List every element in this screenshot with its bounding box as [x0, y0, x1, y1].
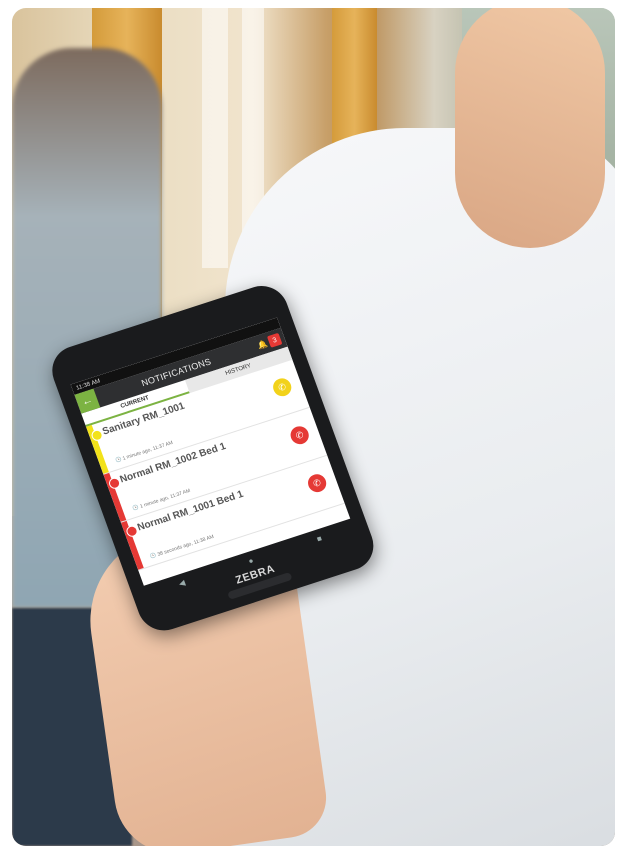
notification-time: 🕒 38 seconds ago, 11:38 AM — [149, 533, 215, 561]
nav-back-icon[interactable]: ◀ — [177, 578, 186, 588]
notification-badge[interactable]: 3 — [266, 332, 283, 348]
window-blind — [202, 8, 228, 268]
nav-home-icon[interactable]: ● — [247, 555, 255, 565]
nav-recent-icon[interactable]: ■ — [315, 533, 323, 543]
nurse-head — [455, 8, 605, 248]
